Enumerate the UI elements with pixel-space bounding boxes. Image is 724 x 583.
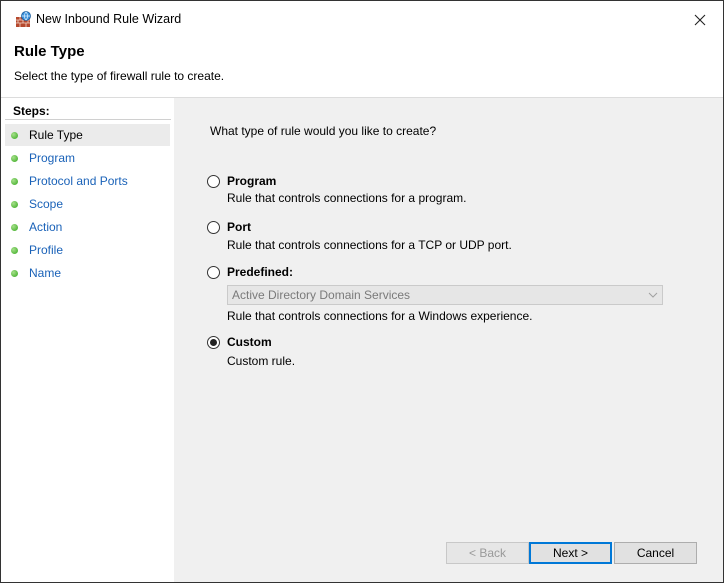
rule-type-question: What type of rule would you like to crea… — [210, 124, 437, 138]
steps-heading: Steps: — [13, 104, 50, 118]
cancel-button[interactable]: Cancel — [614, 542, 697, 564]
title-bar: New Inbound Rule Wizard — [1, 1, 723, 39]
custom-option-description: Custom rule. — [227, 354, 296, 368]
step-status-icon — [11, 154, 18, 162]
program-option-description: Rule that controls connections for a pro… — [227, 191, 467, 205]
back-button[interactable]: < Back — [446, 542, 529, 564]
sidebar-item-program[interactable]: Program — [5, 147, 170, 169]
step-status-icon — [11, 223, 18, 231]
sidebar-item-protocol-and-ports[interactable]: Protocol and Ports — [5, 170, 170, 192]
steps-divider — [5, 119, 171, 120]
sidebar-item-action[interactable]: Action — [5, 216, 170, 238]
sidebar-item-label: Profile — [29, 243, 64, 257]
program-option-label[interactable]: Program — [227, 174, 276, 188]
steps-sidebar: Steps: Rule Type Program Protocol and Po… — [1, 98, 174, 582]
step-status-icon — [11, 200, 18, 208]
window-title: New Inbound Rule Wizard — [36, 12, 182, 26]
page-subtitle: Select the type of firewall rule to crea… — [14, 69, 225, 83]
step-status-icon — [11, 131, 18, 139]
wizard-header: Rule Type Select the type of firewall ru… — [1, 39, 723, 97]
main-panel: What type of rule would you like to crea… — [174, 98, 723, 582]
sidebar-item-label: Scope — [29, 197, 64, 211]
step-status-icon — [11, 246, 18, 254]
sidebar-item-name[interactable]: Name — [5, 262, 170, 284]
port-option-label[interactable]: Port — [227, 220, 251, 234]
predefined-rule-select-value: Active Directory Domain Services — [232, 288, 411, 302]
predefined-rule-select: Active Directory Domain Services — [227, 285, 663, 305]
predefined-option-label[interactable]: Predefined: — [227, 265, 293, 279]
next-button[interactable]: Next > — [529, 542, 612, 564]
step-status-icon — [11, 269, 18, 277]
chevron-down-icon — [648, 292, 658, 298]
sidebar-item-label: Protocol and Ports — [29, 174, 128, 188]
sidebar-item-scope[interactable]: Scope — [5, 193, 170, 215]
sidebar-item-label: Name — [29, 266, 62, 280]
wizard-window: New Inbound Rule Wizard Rule Type Select… — [0, 0, 724, 583]
sidebar-item-label: Rule Type — [29, 128, 83, 142]
close-icon — [694, 14, 706, 26]
sidebar-item-profile[interactable]: Profile — [5, 239, 170, 261]
step-status-icon — [11, 177, 18, 185]
custom-radio[interactable] — [207, 336, 220, 349]
sidebar-item-label: Action — [29, 220, 63, 234]
predefined-radio[interactable] — [207, 266, 220, 279]
port-option-description: Rule that controls connections for a TCP… — [227, 238, 512, 252]
custom-option-label[interactable]: Custom — [227, 335, 272, 349]
program-radio[interactable] — [207, 175, 220, 188]
sidebar-item-label: Program — [29, 151, 76, 165]
port-radio[interactable] — [207, 221, 220, 234]
close-button[interactable] — [677, 1, 723, 39]
sidebar-item-rule-type[interactable]: Rule Type — [5, 124, 170, 146]
firewall-icon — [16, 11, 31, 27]
page-title: Rule Type — [14, 43, 85, 60]
predefined-option-description: Rule that controls connections for a Win… — [227, 309, 533, 323]
